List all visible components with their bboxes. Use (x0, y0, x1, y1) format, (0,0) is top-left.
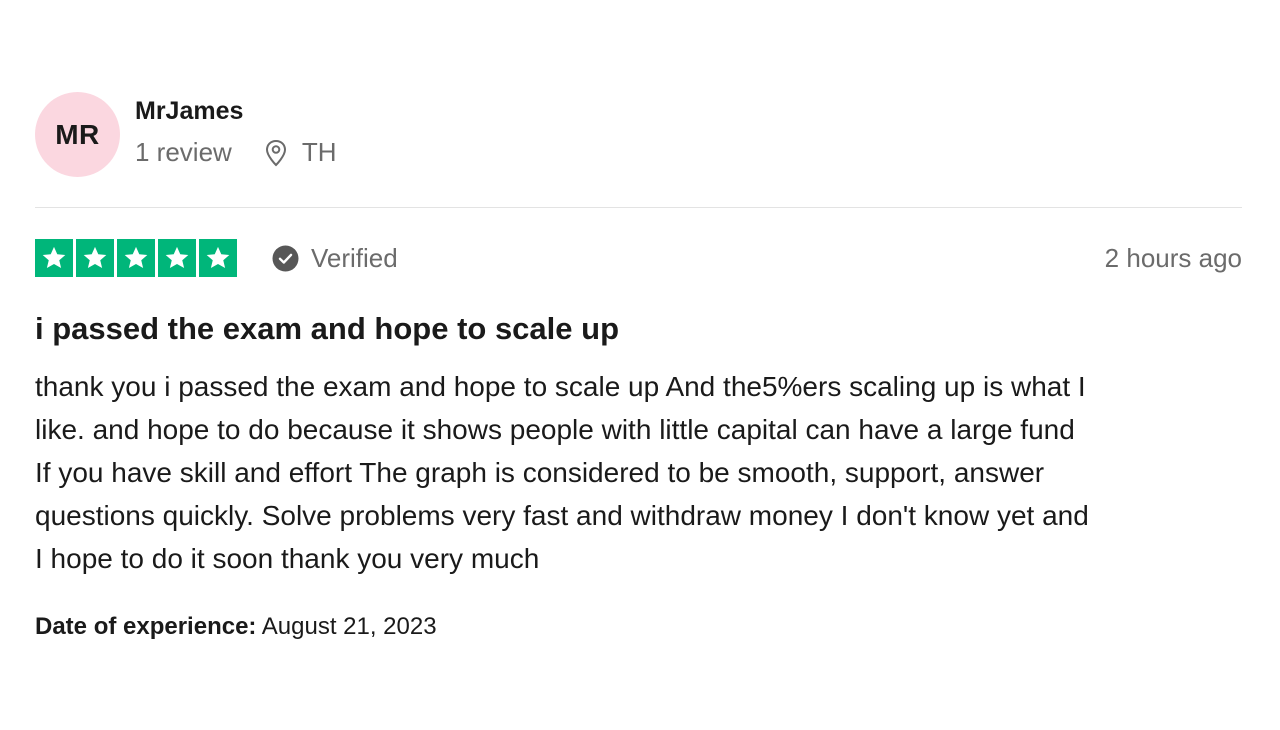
reviewer-name[interactable]: MrJames (135, 97, 243, 126)
review-body-line: questions quickly. Solve problems very f… (35, 500, 1089, 531)
review-body: thank you i passed the exam and hope to … (35, 365, 1242, 580)
location-pin-icon (265, 139, 286, 166)
verified-badge[interactable]: Verified (272, 243, 398, 274)
star-icon (158, 239, 196, 277)
check-circle-icon (272, 245, 299, 272)
experience-label: Date of experience: (35, 613, 257, 640)
review-timestamp: 2 hours ago (1104, 243, 1242, 273)
review-body-line: If you have skill and effort The graph i… (35, 457, 1045, 488)
star-icon (199, 239, 237, 277)
review-body-line: like. and hope to do because it shows pe… (35, 414, 1075, 445)
review-title[interactable]: i passed the exam and hope to scale up (35, 311, 619, 347)
star-rating (35, 239, 237, 277)
star-icon (117, 239, 155, 277)
avatar-initials: MR (55, 118, 100, 150)
review-body-line: thank you i passed the exam and hope to … (35, 371, 1086, 402)
review-body-line: I hope to do it soon thank you very much (35, 543, 540, 574)
experience-date: August 21, 2023 (261, 613, 437, 640)
reviewer-meta: 1 review TH (135, 137, 337, 168)
avatar[interactable]: MR (35, 92, 120, 177)
reviewer-country: TH (301, 137, 337, 167)
date-of-experience: Date of experience: August 21, 2023 (35, 613, 437, 641)
reviewer-info: MR MrJames 1 review TH (35, 92, 635, 178)
review-card: MR MrJames 1 review TH Verified 2 hours … (35, 0, 1242, 730)
star-icon (35, 239, 73, 277)
review-count: 1 review (135, 137, 232, 167)
rating-row: Verified 2 hours ago (35, 239, 1242, 279)
star-icon (76, 239, 114, 277)
verified-label: Verified (311, 243, 398, 273)
divider (35, 207, 1242, 208)
